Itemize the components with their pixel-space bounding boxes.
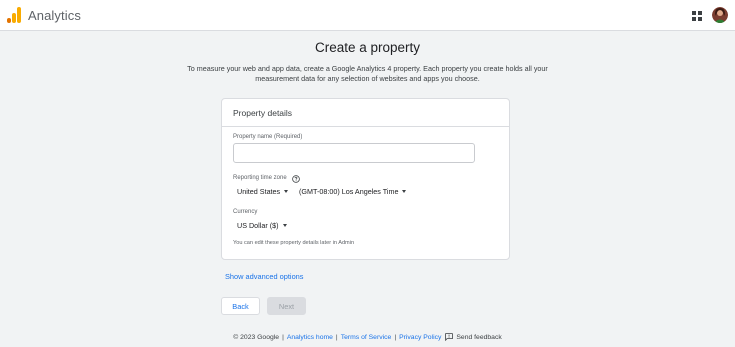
country-select-value: United States <box>237 187 281 196</box>
terms-of-service-link[interactable]: Terms of Service <box>341 334 392 341</box>
analytics-home-link[interactable]: Analytics home <box>287 334 333 341</box>
property-details-card: Property details Property name (Required… <box>221 98 510 260</box>
back-button[interactable]: Back <box>221 297 260 315</box>
top-app-bar: Analytics <box>0 0 735 31</box>
chevron-down-icon <box>402 190 407 193</box>
currency-select[interactable]: US Dollar ($) <box>237 221 287 230</box>
intro-text: To measure your web and app data, create… <box>187 64 548 83</box>
chevron-down-icon <box>284 190 289 193</box>
send-feedback-button[interactable]: Send feedback <box>445 333 502 341</box>
analytics-logo-icon[interactable] <box>7 7 21 23</box>
footer: © 2023 Google | Analytics home | Terms o… <box>0 333 735 341</box>
footer-separator: | <box>394 333 397 341</box>
card-title: Property details <box>233 108 293 118</box>
next-button: Next <box>267 297 306 315</box>
chevron-down-icon <box>282 224 287 227</box>
footer-separator: | <box>335 333 338 341</box>
footer-separator: | <box>282 333 284 341</box>
timezone-select-value: (GMT-08:00) Los Angeles Time <box>299 187 399 196</box>
currency-select-value: US Dollar ($) <box>237 221 279 230</box>
card-header: Property details <box>222 99 509 127</box>
timezone-select[interactable]: (GMT-08:00) Los Angeles Time <box>299 187 407 196</box>
currency-label: Currency <box>233 209 258 215</box>
country-select[interactable]: United States <box>237 187 289 196</box>
property-name-input[interactable] <box>233 143 475 163</box>
avatar[interactable] <box>712 7 728 23</box>
copyright-text: © 2023 Google <box>233 333 280 341</box>
timezone-label: Reporting time zone <box>233 175 287 181</box>
edit-later-hint: You can edit these property details late… <box>233 240 355 246</box>
property-name-label: Property name (Required) <box>233 134 303 140</box>
page-title: Create a property <box>314 40 421 55</box>
show-advanced-options-link[interactable]: Show advanced options <box>225 272 303 281</box>
send-feedback-label: Send feedback <box>456 333 502 341</box>
feedback-icon <box>445 333 454 341</box>
apps-grid-icon[interactable] <box>692 11 702 21</box>
help-icon[interactable] <box>292 175 300 183</box>
privacy-policy-link[interactable]: Privacy Policy <box>399 334 441 341</box>
app-title: Analytics <box>28 8 81 23</box>
